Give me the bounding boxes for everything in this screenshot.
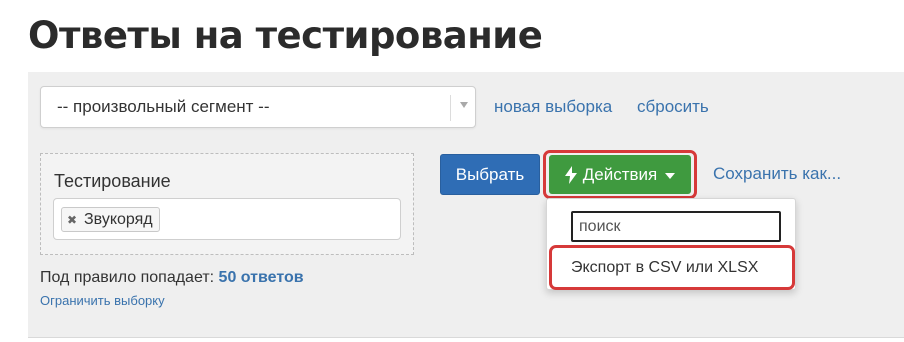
select-button[interactable]: Выбрать xyxy=(440,154,540,195)
tag-input[interactable]: ✖ Звукоряд xyxy=(53,198,401,240)
rule-label: Тестирование xyxy=(54,171,171,191)
actions-search[interactable] xyxy=(571,211,781,242)
rule-box: Тестирование ✖ Звукоряд xyxy=(40,153,414,255)
page-title: Ответы на тестирование xyxy=(28,14,543,57)
segment-select-divider xyxy=(450,95,451,121)
close-icon[interactable]: ✖ xyxy=(66,213,78,227)
tag-label: Звукоряд xyxy=(84,210,153,228)
tag-chip: ✖ Звукоряд xyxy=(61,207,160,232)
chevron-down-icon[interactable] xyxy=(460,102,468,108)
match-count: Под правило попадает: 50 ответов xyxy=(40,269,304,287)
lightning-bolt-icon xyxy=(564,165,577,184)
save-as-link[interactable]: Сохранить как... xyxy=(713,164,841,184)
match-count-value: 50 ответов xyxy=(218,269,304,286)
new-selection-link[interactable]: новая выборка xyxy=(494,97,612,117)
segment-select-value: -- произвольный сегмент -- xyxy=(57,97,270,116)
reset-link[interactable]: сбросить xyxy=(637,97,709,117)
actions-search-input[interactable] xyxy=(573,213,779,240)
match-count-label: Под правило попадает: xyxy=(40,269,215,286)
panel-divider xyxy=(28,337,904,338)
limit-selection-link[interactable]: Ограничить выборку xyxy=(40,293,165,308)
actions-button-label: Действия xyxy=(582,164,658,184)
segment-select[interactable]: -- произвольный сегмент -- xyxy=(40,86,476,128)
chevron-down-icon xyxy=(665,172,676,179)
actions-button[interactable]: Действия xyxy=(549,155,691,194)
export-csv-xlsx-item[interactable]: Экспорт в CSV или XLSX xyxy=(553,249,791,286)
